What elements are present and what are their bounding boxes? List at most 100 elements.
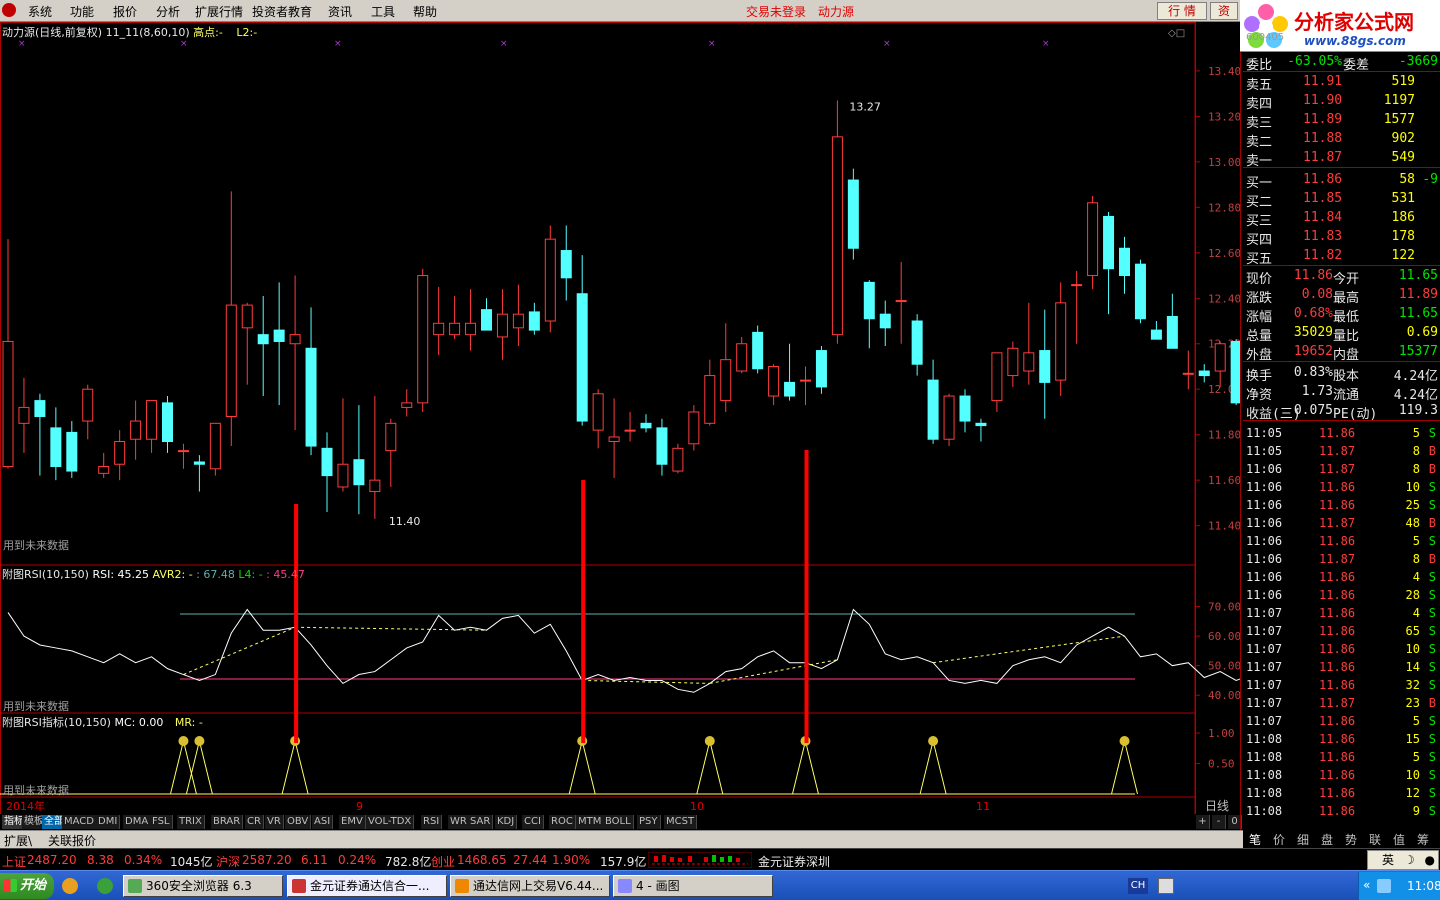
right-tab-2[interactable]: 细 xyxy=(1297,831,1309,848)
indicator-tab-emv[interactable]: EMV xyxy=(339,815,366,829)
tick-row: 11:08 11.86 5 S xyxy=(1243,748,1440,766)
indicator-tab-fsl[interactable]: FSL xyxy=(150,815,173,829)
indicator-tab-asi[interactable]: ASI xyxy=(312,815,334,829)
menu-function[interactable]: 功能 xyxy=(70,3,94,20)
tick-row: 11:08 11.86 9 S xyxy=(1243,802,1440,820)
tray-expand-icon[interactable]: « xyxy=(1363,878,1370,892)
indicator-tab-obv[interactable]: OBV xyxy=(285,815,312,829)
candle-body xyxy=(1230,340,1240,404)
candle-body xyxy=(82,388,94,422)
network-icon[interactable] xyxy=(1377,879,1391,893)
right-tab-7[interactable]: 筹 xyxy=(1417,831,1429,848)
menu-tools[interactable]: 工具 xyxy=(371,3,395,20)
start-button[interactable]: 开始 xyxy=(0,873,54,899)
stat-value: 11.89 xyxy=(1398,287,1438,302)
signal-coin-icon xyxy=(178,736,189,746)
kline-chart[interactable]: 13.4013.2013.0012.8012.6012.4012.2012.00… xyxy=(0,22,1240,830)
candle-body xyxy=(98,466,110,474)
indicator-tab-psy[interactable]: PSY xyxy=(637,815,661,829)
right-tab-1[interactable]: 价 xyxy=(1273,831,1285,848)
indicator-tab-dma[interactable]: DMA xyxy=(123,815,152,829)
tick-side: B xyxy=(1428,552,1436,566)
ie-icon[interactable] xyxy=(97,878,113,894)
stat-value: 0.83% xyxy=(1293,365,1333,380)
indicator-tab-dmi[interactable]: DMI xyxy=(96,815,121,829)
sell-row: 卖一 11.87 549 xyxy=(1243,148,1440,169)
task-browser[interactable]: 360安全浏览器 6.3 xyxy=(123,875,283,897)
tick-volume: 4 xyxy=(1412,570,1420,584)
tick-row: 11:07 11.86 10 S xyxy=(1243,640,1440,658)
trade-status-notice[interactable]: 交易未登录 xyxy=(746,3,806,20)
sell-row: 卖二 11.88 902 xyxy=(1243,129,1440,150)
signal-coin-icon xyxy=(928,736,939,746)
ime-indicator[interactable]: 英 ☽ ● xyxy=(1367,850,1439,870)
tick-volume: 8 xyxy=(1412,552,1420,566)
future-note-signal: 用到未来数据 xyxy=(3,784,69,797)
tick-row: 11:07 11.86 32 S xyxy=(1243,676,1440,694)
tick-time: 11:08 xyxy=(1246,786,1283,800)
menu-quote[interactable]: 报价 xyxy=(113,3,137,20)
tick-volume: 28 xyxy=(1405,588,1420,602)
quote-button[interactable]: 行 情 xyxy=(1157,2,1207,20)
right-tab-3[interactable]: 盘 xyxy=(1321,831,1333,848)
app-icon[interactable] xyxy=(2,3,16,17)
indicator-tab-rsi[interactable]: RSI xyxy=(421,815,443,829)
indicator-tab-wr[interactable]: WR xyxy=(448,815,470,829)
menu-investor-edu[interactable]: 投资者教育 xyxy=(252,3,312,20)
tick-price: 11.87 xyxy=(1319,462,1356,476)
system-tray: « 11:08 xyxy=(1358,872,1440,900)
candle-body xyxy=(640,422,652,429)
right-tab-6[interactable]: 值 xyxy=(1393,831,1405,848)
quicklaunch-icon-1[interactable] xyxy=(62,878,78,894)
chart-area[interactable]: 13.4013.2013.0012.8012.6012.4012.2012.00… xyxy=(0,22,1240,830)
task-trade[interactable]: 通达信网上交易V6.44... xyxy=(450,875,610,897)
right-tab-0[interactable]: 笔 xyxy=(1249,831,1261,848)
indicator-tab-macd[interactable]: MACD xyxy=(62,815,97,829)
index-status-bar: 上证 2487.20 8.38 0.34% 1045亿 沪深 2587.20 6… xyxy=(0,848,1440,870)
signal-coin-icon xyxy=(1119,736,1130,746)
tick-volume: 48 xyxy=(1405,516,1420,530)
lang-indicator[interactable]: CH xyxy=(1128,878,1148,894)
price-tick-label: 12.80 xyxy=(1208,201,1240,214)
indicator-tab-sar[interactable]: SAR xyxy=(468,815,494,829)
candle-body xyxy=(688,411,700,445)
indicator-tab-roc[interactable]: ROC xyxy=(549,815,576,829)
candle-body xyxy=(895,300,907,303)
menu-help[interactable]: 帮助 xyxy=(413,3,437,20)
help-icon[interactable] xyxy=(1158,878,1174,894)
zoom-button[interactable]: - xyxy=(1212,815,1226,829)
right-tab-5[interactable]: 联 xyxy=(1369,831,1381,848)
menu-ext-quote[interactable]: 扩展行情 xyxy=(195,3,243,20)
indicator-tab-vr[interactable]: VR xyxy=(265,815,284,829)
price-tick-label: 11.40 xyxy=(1208,520,1240,533)
ext-tab-expand[interactable]: 扩展\ xyxy=(4,832,32,849)
tick-price: 11.86 xyxy=(1319,660,1356,674)
zoom-button[interactable]: + xyxy=(1196,815,1210,829)
task-tdx[interactable]: 金元证券通达信合一... xyxy=(287,875,447,897)
buy-row: 买三 11.84 186 xyxy=(1243,208,1440,229)
menu-info[interactable]: 资讯 xyxy=(328,3,352,20)
indicator-tab-mcst[interactable]: MCST xyxy=(664,815,698,829)
tick-volume: 25 xyxy=(1405,498,1420,512)
indicator-tab-boll[interactable]: BOLL xyxy=(603,815,634,829)
indicator-tab-mtm[interactable]: MTM xyxy=(576,815,605,829)
indicator-tab-vol-tdx[interactable]: VOL-TDX xyxy=(366,815,415,829)
signal-peak xyxy=(281,740,309,795)
buy-row: 买一 11.86 58 -9 xyxy=(1243,170,1440,191)
info-button[interactable]: 资 xyxy=(1210,2,1238,20)
task-paint[interactable]: 4 - 画图 xyxy=(613,875,773,897)
sell-volume: 519 xyxy=(1391,74,1415,89)
indicator-tab-cci[interactable]: CCI xyxy=(522,815,544,829)
tick-time: 11:06 xyxy=(1246,588,1283,602)
indicator-tab-kdj[interactable]: KDJ xyxy=(495,815,518,829)
candle-body xyxy=(847,179,859,249)
right-tab-4[interactable]: 势 xyxy=(1345,831,1357,848)
ext-tab-related[interactable]: 关联报价 xyxy=(48,832,96,849)
tick-price: 11.86 xyxy=(1319,714,1356,728)
menu-analysis[interactable]: 分析 xyxy=(156,3,180,20)
indicator-tab-brar[interactable]: BRAR xyxy=(211,815,244,829)
indicator-tab-cr[interactable]: CR xyxy=(245,815,264,829)
menu-system[interactable]: 系统 xyxy=(28,3,52,20)
indicator-tab-trix[interactable]: TRIX xyxy=(177,815,205,829)
tick-volume: 32 xyxy=(1405,678,1420,692)
